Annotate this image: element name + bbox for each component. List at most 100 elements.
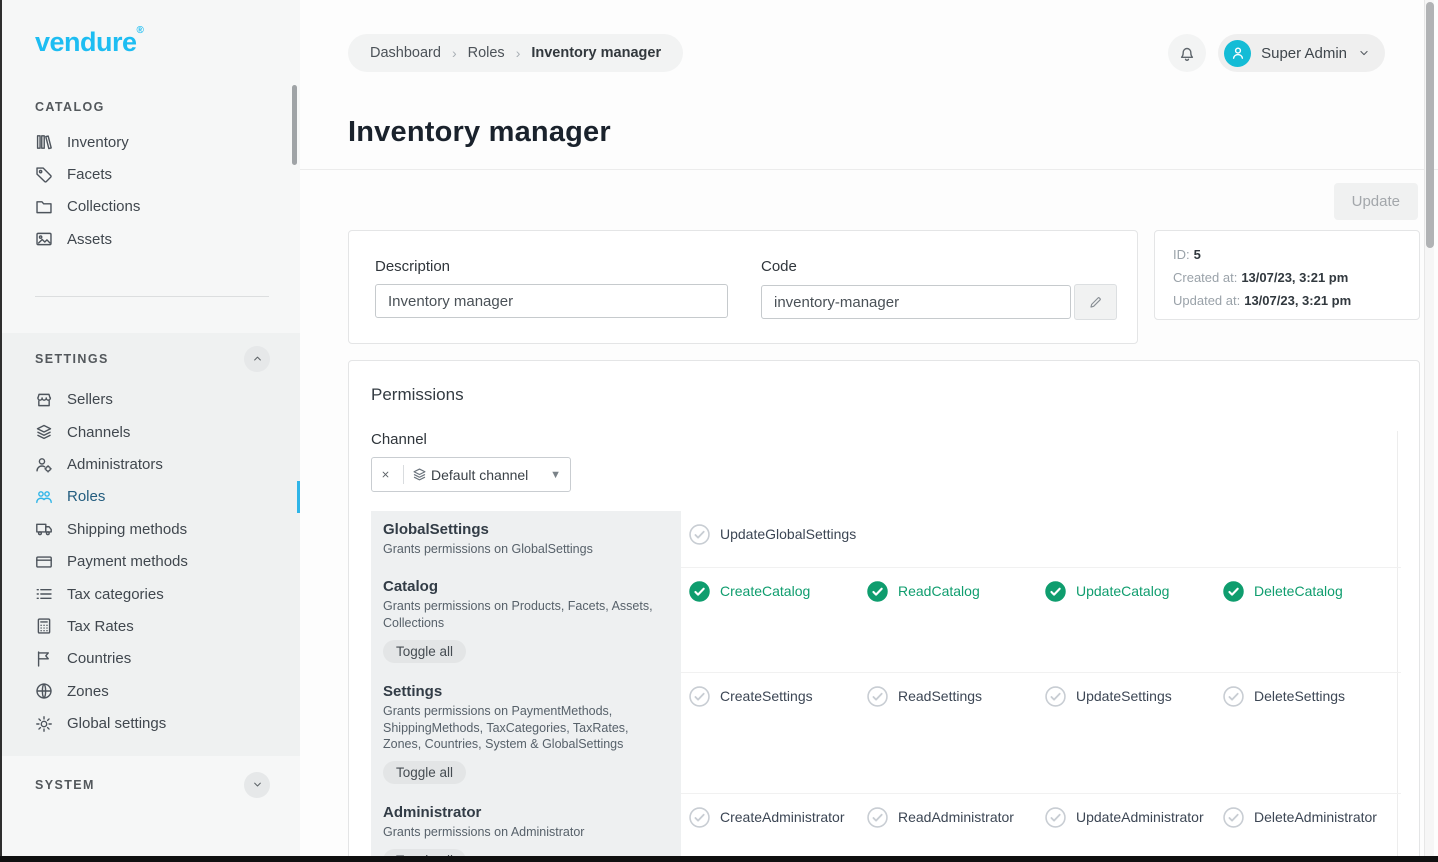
sidebar-section-system: SYSTEM [2,756,300,818]
code-input[interactable] [761,285,1071,319]
collapse-settings-button[interactable] [244,346,270,372]
checkbox-icon [867,686,888,707]
description-field-group: Description [375,258,728,343]
permission-checkbox-readsettings[interactable]: ReadSettings [867,673,1045,707]
breadcrumb-item-inventory-manager[interactable]: Inventory manager [531,45,661,61]
topbar-actions: Super Admin [1168,34,1385,72]
notifications-button[interactable] [1168,34,1206,72]
permission-checkbox-updatesettings[interactable]: UpdateSettings [1045,673,1223,707]
checkbox-icon [689,524,710,545]
sidebar-item-label: Sellers [67,391,113,408]
permission-group-row: Settings Grants permissions on PaymentMe… [371,673,1397,795]
meta-updated: Updated at:13/07/23, 3:21 pm [1173,290,1401,313]
permissions-card: Permissions Channel Default channel ▼ Gl… [348,360,1420,862]
sidebar-item-label: Zones [67,683,109,700]
permission-checkbox-updateadministrator[interactable]: UpdateAdministrator [1045,794,1223,828]
permission-checkbox-deleteadministrator[interactable]: DeleteAdministrator [1223,794,1401,828]
permission-checkbox-readcatalog[interactable]: ReadCatalog [867,568,1045,602]
sidebar-section-catalog: CATALOG Inventory Facets Collections Ass… [2,100,300,260]
user-menu[interactable]: Super Admin [1218,34,1385,72]
inventory-icon [35,133,53,151]
payment-methods-icon [35,553,53,571]
close-icon [380,469,396,480]
permission-label: ReadCatalog [898,581,980,599]
description-input[interactable] [375,284,728,318]
details-form-card: Description Code [348,230,1138,344]
main-area: Dashboard›Roles›Inventory manager Super … [300,0,1438,862]
checkbox-icon [1223,807,1244,828]
sidebar-item-assets[interactable]: Assets [2,223,300,255]
sidebar-item-sellers[interactable]: Sellers [2,384,300,416]
sidebar-section-header: SYSTEM [2,772,300,798]
sidebar-item-label: Roles [67,488,105,505]
permission-checkbox-createcatalog[interactable]: CreateCatalog [689,568,867,602]
checkbox-icon [689,686,710,707]
permission-group-header: Settings Grants permissions on PaymentMe… [371,673,681,795]
sidebar-item-payment-methods[interactable]: Payment methods [2,546,300,578]
permission-checkbox-readadministrator[interactable]: ReadAdministrator [867,794,1045,828]
collapse-system-button[interactable] [244,772,270,798]
bell-icon [1178,44,1196,62]
sidebar-item-channels[interactable]: Channels [2,416,300,448]
checkbox-icon [1045,581,1066,602]
sidebar-item-label: Facets [67,166,112,183]
page-scrollbar[interactable] [1424,0,1434,856]
permission-group-name: GlobalSettings [383,521,663,538]
permission-checkbox-updateglobalsettings[interactable]: UpdateGlobalSettings [689,511,867,545]
sidebar-item-facets[interactable]: Facets [2,158,300,190]
code-label: Code [761,258,1117,275]
sidebar-section-settings: SETTINGS Sellers Channels Administrators… [2,333,300,756]
permission-checkbox-updatecatalog[interactable]: UpdateCatalog [1045,568,1223,602]
window-bottom-edge [0,856,1438,862]
sidebar-item-label: Tax Rates [67,618,134,635]
assets-icon [35,230,53,248]
channel-label: Channel [371,431,1397,448]
topbar: Dashboard›Roles›Inventory manager Super … [300,0,1438,72]
breadcrumb-separator-icon: › [516,45,521,61]
page-scrollbar-thumb[interactable] [1426,2,1434,248]
channel-select[interactable]: Default channel ▼ [371,457,571,492]
sidebar-item-shipping-methods[interactable]: Shipping methods [2,513,300,545]
page-title: Inventory manager [348,116,1390,149]
remove-channel-button[interactable] [380,467,396,483]
update-button[interactable]: Update [1334,183,1418,220]
sidebar-item-administrators[interactable]: Administrators [2,448,300,480]
permission-checkbox-deletecatalog[interactable]: DeleteCatalog [1223,568,1401,602]
toggle-all-button[interactable]: Toggle all [383,761,466,784]
permission-label: DeleteSettings [1254,686,1345,704]
sidebar-section-header: SETTINGS [2,346,300,372]
permission-label: DeleteCatalog [1254,581,1343,599]
breadcrumb-item-dashboard[interactable]: Dashboard [370,45,441,61]
sidebar-item-zones[interactable]: Zones [2,675,300,707]
checkbox-icon [1223,686,1244,707]
sidebar-section-header: CATALOG [2,100,300,114]
permission-checkbox-createsettings[interactable]: CreateSettings [689,673,867,707]
code-field-group: Code [761,258,1117,343]
permission-checkbox-createadministrator[interactable]: CreateAdministrator [689,794,867,828]
sidebar-item-tax-rates[interactable]: Tax Rates [2,610,300,642]
sidebar-item-roles[interactable]: Roles [2,481,300,513]
breadcrumb-item-roles[interactable]: Roles [468,45,505,61]
toggle-all-button[interactable]: Toggle all [383,640,466,663]
checkbox-icon [689,581,710,602]
sidebar-item-collections[interactable]: Collections [2,191,300,223]
sidebar-item-label: Collections [67,198,140,215]
roles-icon [35,488,53,506]
sidebar-item-inventory[interactable]: Inventory [2,126,300,158]
sidebar-item-tax-categories[interactable]: Tax categories [2,578,300,610]
sidebar-item-countries[interactable]: Countries [2,643,300,675]
permission-group-description: Grants permissions on PaymentMethods, Sh… [383,703,663,754]
sidebar-scrollbar[interactable] [292,85,297,165]
permission-group-name: Settings [383,683,663,700]
sidebar-item-label: Administrators [67,456,163,473]
permission-checkbox-deletesettings[interactable]: DeleteSettings [1223,673,1401,707]
permission-group-header: GlobalSettings Grants permissions on Glo… [371,511,681,568]
meta-id: ID:5 [1173,244,1401,267]
sidebar-item-global-settings[interactable]: Global settings [2,707,300,739]
edit-code-button[interactable] [1074,284,1117,320]
permission-label: CreateAdministrator [720,807,845,825]
checkbox-icon [689,807,710,828]
avatar [1224,40,1251,67]
permission-group-row: Administrator Grants permissions on Admi… [371,794,1397,862]
vendure-logo[interactable]: vendure® [2,0,300,58]
